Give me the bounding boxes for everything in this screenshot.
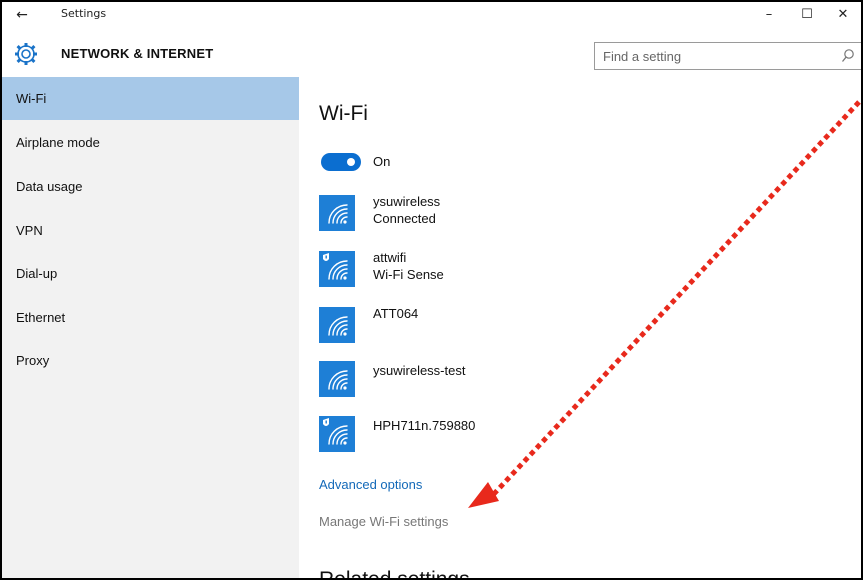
wifi-icon — [319, 307, 355, 343]
network-status: Wi-Fi Sense — [373, 267, 444, 282]
manage-wifi-settings-link[interactable]: Manage Wi-Fi settings — [319, 514, 448, 529]
related-settings-heading: Related settings — [319, 568, 470, 580]
sidebar-item-ethernet[interactable]: Ethernet — [2, 296, 299, 339]
main-content: Wi-Fi On ysuwireless Connected attwifi W… — [299, 77, 861, 580]
sidebar-item-data-usage[interactable]: Data usage — [2, 165, 299, 208]
network-item[interactable]: ysuwireless-test — [319, 361, 719, 405]
search-input[interactable] — [595, 43, 831, 69]
wifi-icon — [319, 195, 355, 231]
sidebar-item-vpn[interactable]: VPN — [2, 209, 299, 252]
sidebar-item-dial-up[interactable]: Dial-up — [2, 252, 299, 295]
page-title: Wi-Fi — [319, 102, 368, 125]
section-title: NETWORK & INTERNET — [61, 46, 214, 61]
back-arrow-icon[interactable]: ← — [10, 5, 34, 25]
toggle-knob — [347, 158, 355, 166]
close-button[interactable]: ✕ — [828, 5, 858, 25]
sidebar-nav: Wi-Fi Airplane mode Data usage VPN Dial-… — [2, 77, 299, 578]
network-name: ATT064 — [373, 306, 419, 321]
sidebar-item-proxy[interactable]: Proxy — [2, 339, 299, 382]
page-header: NETWORK & INTERNET — [2, 33, 861, 77]
window-title: Settings — [61, 7, 107, 20]
sidebar-item-wifi[interactable]: Wi-Fi — [2, 77, 299, 120]
network-item[interactable]: ATT064 — [319, 306, 719, 351]
advanced-options-link[interactable]: Advanced options — [319, 477, 422, 492]
search-icon[interactable] — [841, 48, 855, 64]
sidebar-item-airplane-mode[interactable]: Airplane mode — [2, 121, 299, 164]
network-status: Connected — [373, 211, 436, 226]
wifi-toggle-label: On — [373, 154, 391, 169]
network-item[interactable]: attwifi Wi-Fi Sense — [319, 250, 719, 295]
network-name: ysuwireless — [373, 194, 441, 209]
network-name: attwifi — [373, 250, 407, 265]
gear-icon — [14, 42, 38, 66]
wifi-shield-icon — [319, 416, 355, 452]
wifi-shield-icon — [319, 251, 355, 287]
network-name: ysuwireless-test — [373, 363, 466, 378]
settings-window: ← Settings – ☐ ✕ NETWORK & INTERNET Find… — [0, 0, 863, 580]
title-bar: ← Settings – ☐ ✕ — [2, 2, 861, 33]
network-name: HPH711n.759880 — [373, 418, 476, 433]
search-box[interactable] — [594, 42, 861, 70]
minimize-button[interactable]: – — [754, 5, 784, 25]
wifi-icon — [319, 361, 355, 397]
maximize-button[interactable]: ☐ — [792, 5, 822, 25]
wifi-toggle[interactable] — [321, 153, 361, 171]
network-item[interactable]: ysuwireless Connected — [319, 194, 719, 239]
network-item[interactable]: HPH711n.759880 — [319, 416, 719, 460]
